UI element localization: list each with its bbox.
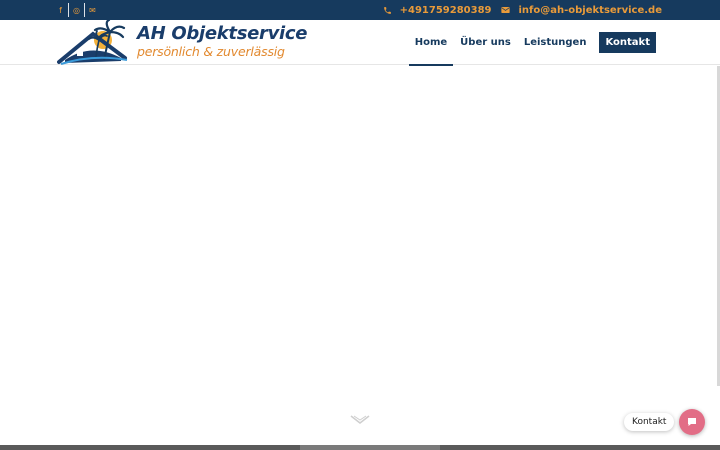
email-link[interactable]: info@ah-objektservice.de [501,5,662,16]
site-header: AH Objektservice persönlich & zuverlässi… [0,20,720,66]
logo[interactable]: AH Objektservice persönlich & zuverlässi… [57,20,307,65]
envelope-icon [501,7,511,13]
phone-icon [383,6,391,14]
mail-icon[interactable]: ✉ [85,0,100,20]
phone-number: +491759280389 [399,4,492,16]
nav-services[interactable]: Leistungen [524,20,587,65]
chat-bubble-icon [688,418,696,426]
nav-about[interactable]: Über uns [460,20,511,65]
nav-contact-button[interactable]: Kontakt [599,32,656,53]
next-section-preview [0,445,720,450]
social-links: f ◎ ✉ [53,0,100,20]
social-divider [68,3,69,17]
social-divider [84,3,85,17]
logo-title: AH Objektservice [137,23,308,44]
chat-button[interactable] [679,409,705,435]
contact-info: +491759280389 info@ah-objektservice.de [383,0,662,20]
hero-section [0,66,720,445]
top-bar: f ◎ ✉ +491759280389 info@ah-objektservic… [0,0,720,20]
chat-label[interactable]: Kontakt [624,413,675,431]
chevron-down-icon[interactable] [350,415,370,425]
logo-tagline: persönlich & zuverlässig [137,44,285,59]
logo-house-palm-icon [57,20,128,65]
main-nav: Home Über uns Leistungen Kontakt [408,20,656,66]
email-address: info@ah-objektservice.de [518,4,662,16]
facebook-icon[interactable]: f [53,0,68,20]
instagram-icon[interactable]: ◎ [69,0,84,20]
nav-home[interactable]: Home [408,20,454,66]
phone-link[interactable]: +491759280389 [383,4,492,16]
